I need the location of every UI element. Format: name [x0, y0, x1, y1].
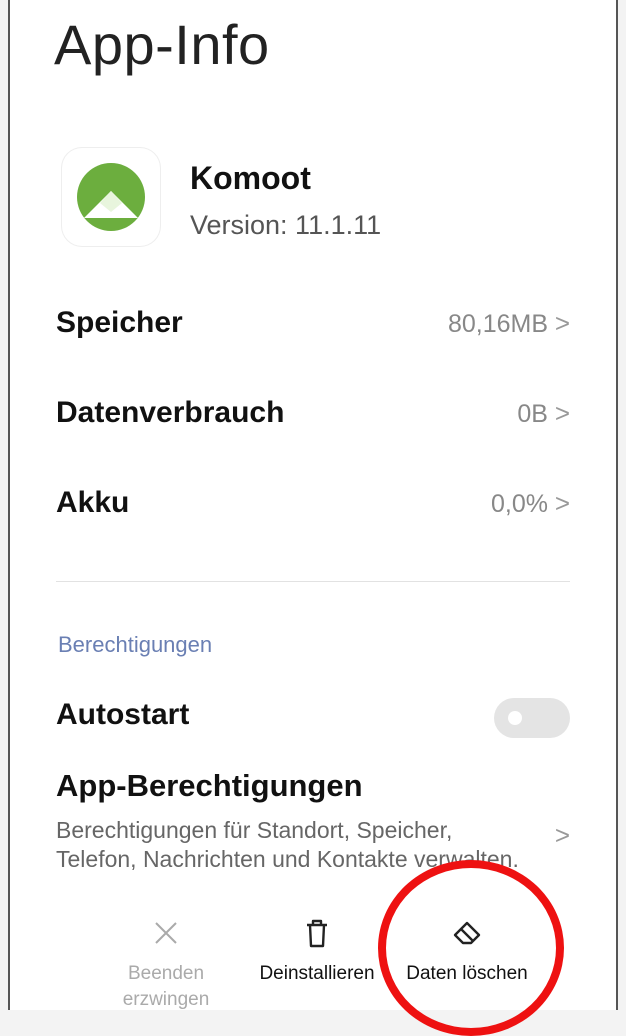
row-value: 80,16MB [447, 310, 548, 338]
app-info-screen: App-Info Komoot Version: 11.1.11 Speiche… [8, 0, 618, 1010]
page-title: App-Info [54, 13, 270, 76]
autostart-toggle[interactable] [494, 698, 570, 738]
komoot-logo-icon [77, 163, 145, 231]
force-stop-label: Beenden erzwingen [122, 963, 210, 1010]
chevron-right-icon: > [554, 488, 570, 518]
row-value: 0,0% [491, 490, 548, 518]
annotation-circle [378, 860, 564, 1036]
chevron-right-icon: > [554, 820, 570, 850]
komoot-app-icon [62, 148, 160, 246]
row-datenverbrauch[interactable]: Datenverbrauch 0B > [56, 386, 570, 446]
force-stop-button[interactable]: Beenden erzwingen [106, 915, 226, 1010]
row-akku[interactable]: Akku 0,0% > [56, 476, 570, 536]
chevron-right-icon: > [554, 308, 570, 338]
divider [56, 581, 570, 582]
uninstall-button[interactable]: Deinstallieren [242, 915, 392, 987]
row-label: Akku [56, 486, 130, 519]
close-icon [155, 922, 177, 944]
row-value: 0B [517, 400, 548, 428]
row-label: Speicher [56, 306, 183, 339]
autostart-label: Autostart [56, 698, 190, 731]
row-label: Datenverbrauch [56, 396, 285, 429]
row-speicher[interactable]: Speicher 80,16MB > [56, 296, 570, 356]
app-permissions-title[interactable]: App-Berechtigungen [56, 768, 363, 804]
uninstall-label: Deinstallieren [259, 963, 375, 984]
app-name: Komoot [190, 160, 311, 196]
toggle-knob [508, 711, 522, 725]
trash-icon [307, 919, 327, 948]
chevron-right-icon: > [554, 398, 570, 428]
section-label-permissions: Berechtigungen [58, 632, 213, 657]
row-autostart[interactable]: Autostart [56, 688, 570, 748]
app-version: Version: 11.1.11 [190, 210, 382, 240]
